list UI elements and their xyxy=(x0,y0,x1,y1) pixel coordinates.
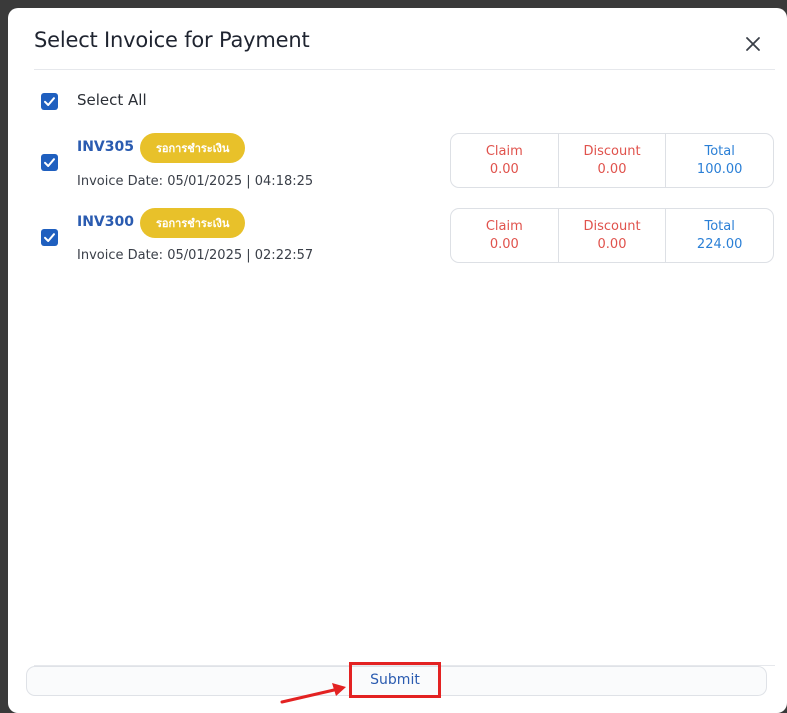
total-cell: Total 100.00 xyxy=(665,134,773,187)
claim-cell: Claim 0.00 xyxy=(451,209,558,262)
discount-value: 0.00 xyxy=(597,161,627,177)
modal-title: Select Invoice for Payment xyxy=(34,28,310,52)
invoice-date: Invoice Date: 05/01/2025 | 04:18:25 xyxy=(77,174,314,189)
discount-label: Discount xyxy=(583,218,641,234)
claim-value: 0.00 xyxy=(489,161,519,177)
total-value: 224.00 xyxy=(696,236,743,252)
invoice-number[interactable]: INV300 xyxy=(77,214,134,230)
claim-cell: Claim 0.00 xyxy=(451,134,558,187)
checkmark-icon xyxy=(44,97,55,106)
total-value: 100.00 xyxy=(696,161,743,177)
invoice-summary: Claim 0.00 Discount 0.00 Total 224.00 xyxy=(450,208,774,263)
invoice-summary: Claim 0.00 Discount 0.00 Total 100.00 xyxy=(450,133,774,188)
discount-value: 0.00 xyxy=(597,236,627,252)
discount-cell: Discount 0.00 xyxy=(557,134,666,187)
discount-label: Discount xyxy=(583,143,641,159)
close-button[interactable] xyxy=(740,31,766,57)
close-icon xyxy=(746,37,760,51)
invoice-checkbox[interactable] xyxy=(41,154,58,171)
claim-label: Claim xyxy=(485,143,523,159)
select-all-checkbox[interactable] xyxy=(41,93,58,110)
select-all-label: Select All xyxy=(77,91,147,109)
total-label: Total xyxy=(704,143,735,159)
total-label: Total xyxy=(704,218,735,234)
checkmark-icon xyxy=(44,158,55,167)
status-badge: รอการชำระเงิน xyxy=(140,208,246,238)
invoice-number[interactable]: INV305 xyxy=(77,139,134,155)
red-arrow-icon xyxy=(280,683,346,704)
claim-value: 0.00 xyxy=(489,236,519,252)
checkmark-icon xyxy=(44,233,55,242)
claim-label: Claim xyxy=(485,218,523,234)
header-divider xyxy=(34,69,775,70)
discount-cell: Discount 0.00 xyxy=(557,209,666,262)
total-cell: Total 224.00 xyxy=(665,209,773,262)
status-badge: รอการชำระเงิน xyxy=(140,133,246,163)
invoice-checkbox[interactable] xyxy=(41,229,58,246)
submit-button[interactable]: Submit xyxy=(349,662,441,698)
invoice-selection-modal: Select Invoice for Payment Select All IN… xyxy=(8,8,787,713)
invoice-date: Invoice Date: 05/01/2025 | 02:22:57 xyxy=(77,248,314,263)
